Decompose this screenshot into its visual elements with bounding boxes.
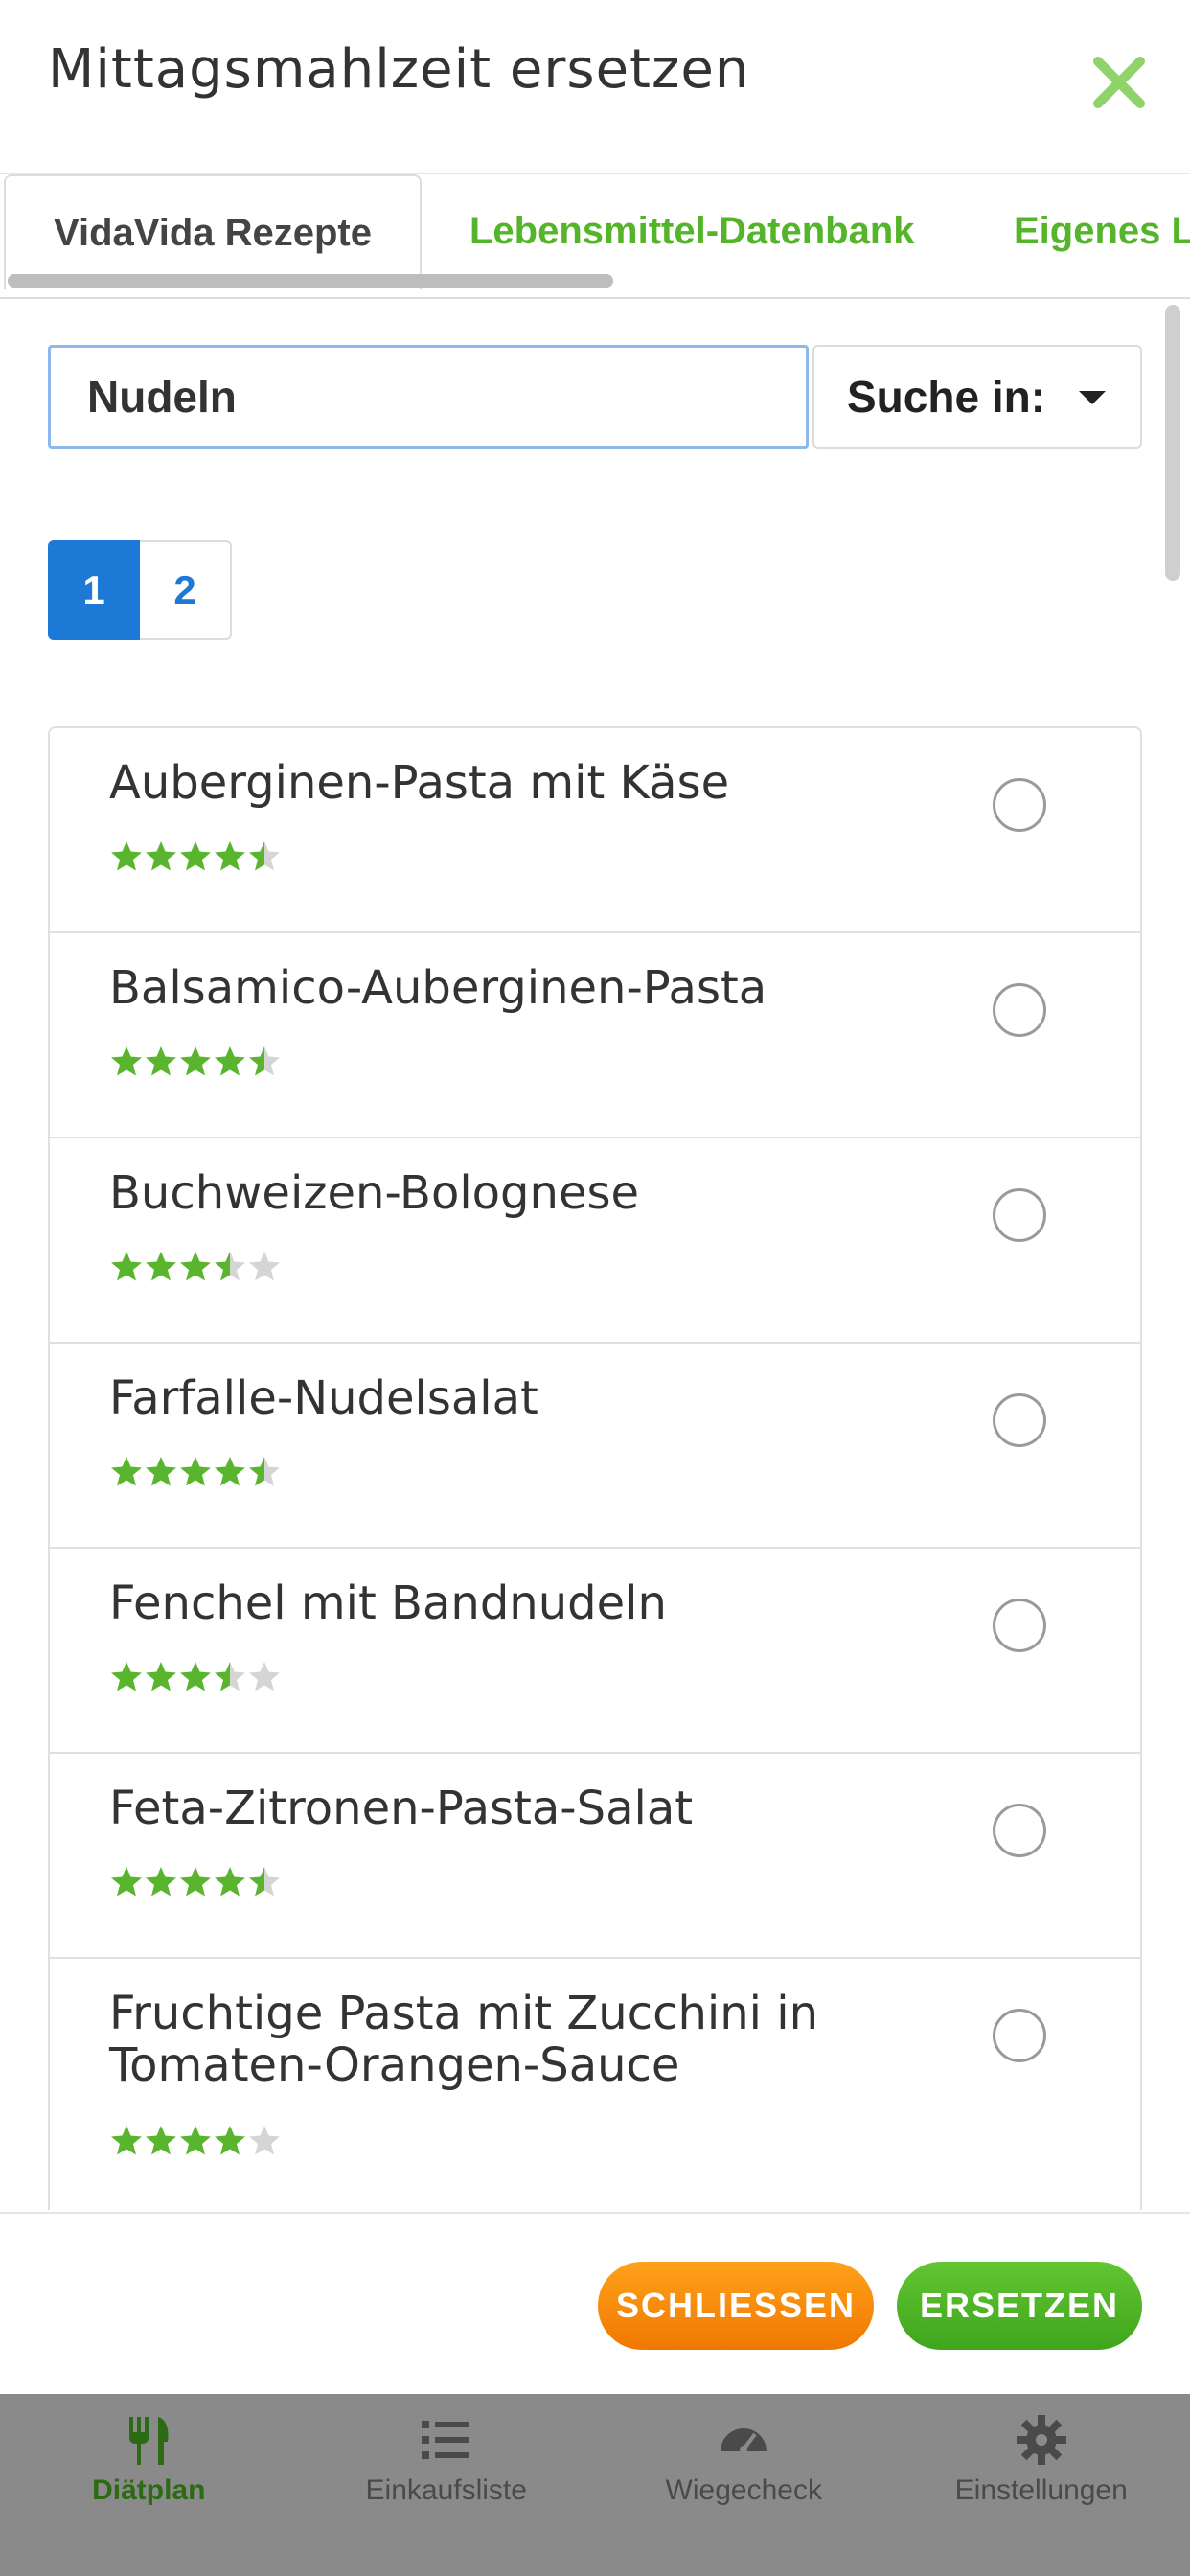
recipe-list-item[interactable]: Farfalle-Nudelsalat (50, 1344, 1140, 1549)
nav-label: Einstellungen (954, 2474, 1128, 2506)
search-in-dropdown[interactable]: Suche in: (812, 345, 1142, 448)
rating-stars (109, 2124, 282, 2158)
star-icon (215, 1662, 245, 1691)
star-icon (249, 1046, 280, 1076)
recipe-radio-button[interactable] (993, 983, 1046, 1037)
star-icon (146, 1046, 176, 1076)
recipe-list: Auberginen-Pasta mit Käse Balsamico-Auber… (48, 726, 1142, 2210)
recipe-name: Balsamico-Auberginen-Pasta (109, 961, 767, 1015)
star-icon (111, 2126, 142, 2155)
tabs-horizontal-scrollbar[interactable] (8, 274, 613, 288)
rating-stars (109, 1455, 282, 1489)
recipe-list-item[interactable]: Buchweizen-Bolognese (50, 1138, 1140, 1344)
search-input[interactable] (48, 345, 809, 448)
star-icon (215, 841, 245, 871)
caret-down-icon (1079, 391, 1106, 404)
star-icon (180, 1252, 211, 1281)
gear-icon (1016, 2415, 1066, 2465)
star-icon (215, 1252, 245, 1281)
recipe-name: Auberginen-Pasta mit Käse (109, 756, 730, 810)
star-icon (249, 2126, 280, 2155)
star-icon (180, 1457, 211, 1486)
recipe-radio-button[interactable] (993, 778, 1046, 832)
nav-item-wiegecheck[interactable]: Wiegecheck (595, 2392, 893, 2576)
star-icon (111, 1457, 142, 1486)
recipe-radio-button[interactable] (993, 2009, 1046, 2062)
source-tabs: VidaVida Rezepte Lebensmittel-Datenbank … (0, 174, 1190, 299)
star-icon (249, 1867, 280, 1897)
modal-header: Mittagsmahlzeit ersetzen (0, 0, 1190, 174)
page-button-1[interactable]: 1 (48, 540, 140, 640)
star-icon (249, 841, 280, 871)
star-icon (180, 1046, 211, 1076)
close-button[interactable]: SCHLIESSEN (598, 2262, 874, 2350)
star-icon (146, 1662, 176, 1691)
recipe-radio-button[interactable] (993, 1393, 1046, 1447)
star-icon (111, 1252, 142, 1281)
pagination: 1 2 (48, 540, 232, 640)
nav-item-diaetplan[interactable]: Diätplan (0, 2392, 298, 2576)
nav-label: Diätplan (92, 2474, 206, 2506)
star-icon (111, 841, 142, 871)
content-vertical-scrollbar[interactable] (1165, 305, 1180, 581)
star-icon (146, 1457, 176, 1486)
recipe-name: Fenchel mit Bandnudeln (109, 1576, 667, 1630)
list-icon (421, 2421, 469, 2459)
tab-eigenes[interactable]: Eigenes Le (1014, 174, 1190, 288)
tab-vidavida-rezepte[interactable]: VidaVida Rezepte (4, 174, 422, 289)
gauge-icon (721, 2428, 767, 2453)
recipe-list-item[interactable]: Fruchtige Pasta mit Zucchini in Tomaten-… (50, 1959, 1140, 2210)
bottom-navigation: Diätplan Einkaufsliste Wiegecheck Einste… (0, 2392, 1190, 2576)
star-icon (146, 1252, 176, 1281)
nav-label: Einkaufsliste (365, 2474, 527, 2506)
rating-stars (109, 1250, 282, 1284)
nav-item-einstellungen[interactable]: Einstellungen (893, 2392, 1190, 2576)
recipe-list-item[interactable]: Balsamico-Auberginen-Pasta (50, 933, 1140, 1138)
recipe-name: Farfalle-Nudelsalat (109, 1371, 538, 1425)
recipe-radio-button[interactable] (993, 1188, 1046, 1242)
star-icon (180, 1867, 211, 1897)
search-in-label: Suche in: (847, 372, 1046, 422)
star-icon (249, 1252, 280, 1281)
star-icon (215, 2126, 245, 2155)
recipe-list-item[interactable]: Feta-Zitronen-Pasta-Salat (50, 1754, 1140, 1959)
modal-title: Mittagsmahlzeit ersetzen (48, 38, 750, 101)
rating-stars (109, 1865, 282, 1899)
star-icon (180, 841, 211, 871)
recipe-name: Fruchtige Pasta mit Zucchini in Tomaten-… (109, 1987, 818, 2092)
recipe-name: Feta-Zitronen-Pasta-Salat (109, 1782, 694, 1835)
star-icon (146, 2126, 176, 2155)
modal-footer: SCHLIESSEN ERSETZEN (0, 2212, 1190, 2394)
star-icon (180, 2126, 211, 2155)
tab-lebensmittel-datenbank[interactable]: Lebensmittel-Datenbank (469, 174, 915, 288)
star-icon (111, 1662, 142, 1691)
star-icon (215, 1457, 245, 1486)
replace-meal-modal: Mittagsmahlzeit ersetzen VidaVida Rezept… (0, 0, 1190, 2394)
fork-knife-icon (129, 2417, 169, 2465)
recipe-list-item[interactable]: Fenchel mit Bandnudeln (50, 1549, 1140, 1754)
rating-stars (109, 1045, 282, 1079)
star-icon (111, 1046, 142, 1076)
star-icon (215, 1867, 245, 1897)
replace-button[interactable]: ERSETZEN (897, 2262, 1142, 2350)
star-icon (180, 1662, 211, 1691)
recipe-radio-button[interactable] (993, 1804, 1046, 1857)
star-icon (146, 1867, 176, 1897)
star-icon (146, 841, 176, 871)
star-icon (111, 1867, 142, 1897)
recipe-name: Buchweizen-Bolognese (109, 1166, 640, 1220)
rating-stars (109, 1660, 282, 1694)
recipe-radio-button[interactable] (993, 1598, 1046, 1652)
star-icon (215, 1046, 245, 1076)
star-icon (249, 1457, 280, 1486)
recipe-list-item[interactable]: Auberginen-Pasta mit Käse (50, 728, 1140, 933)
close-icon[interactable] (1090, 54, 1148, 111)
nav-item-einkaufsliste[interactable]: Einkaufsliste (298, 2392, 596, 2576)
nav-label: Wiegecheck (665, 2474, 822, 2506)
page-button-2[interactable]: 2 (140, 540, 232, 640)
rating-stars (109, 840, 282, 874)
star-icon (249, 1662, 280, 1691)
